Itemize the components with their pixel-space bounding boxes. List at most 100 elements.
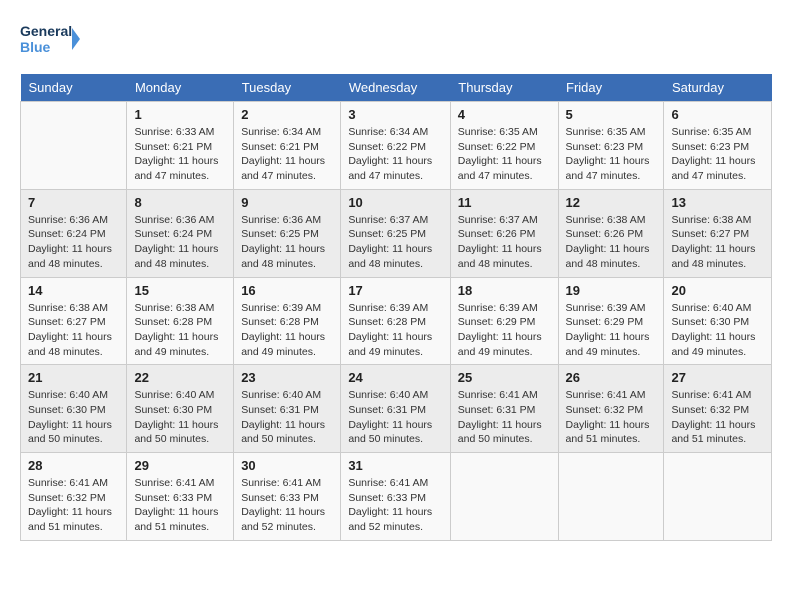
calendar-cell: [21, 102, 127, 190]
sunrise-text: Sunrise: 6:38 AM: [566, 214, 646, 226]
sunrise-text: Sunrise: 6:41 AM: [28, 477, 108, 489]
daylight-text: Daylight: 11 hours and 47 minutes.: [458, 155, 542, 182]
day-info: Sunrise: 6:41 AM Sunset: 6:33 PM Dayligh…: [134, 476, 226, 535]
day-number: 19: [566, 283, 657, 298]
sunrise-text: Sunrise: 6:35 AM: [671, 126, 751, 138]
sunrise-text: Sunrise: 6:35 AM: [458, 126, 538, 138]
sunrise-text: Sunrise: 6:39 AM: [241, 302, 321, 314]
calendar-week-1: 1 Sunrise: 6:33 AM Sunset: 6:21 PM Dayli…: [21, 102, 772, 190]
daylight-text: Daylight: 11 hours and 47 minutes.: [671, 155, 755, 182]
day-info: Sunrise: 6:34 AM Sunset: 6:22 PM Dayligh…: [348, 125, 442, 184]
daylight-text: Daylight: 11 hours and 48 minutes.: [28, 243, 112, 270]
sunset-text: Sunset: 6:31 PM: [458, 404, 536, 416]
weekday-header-saturday: Saturday: [664, 74, 772, 102]
daylight-text: Daylight: 11 hours and 48 minutes.: [134, 243, 218, 270]
calendar-cell: 3 Sunrise: 6:34 AM Sunset: 6:22 PM Dayli…: [341, 102, 450, 190]
day-number: 5: [566, 107, 657, 122]
day-number: 28: [28, 458, 119, 473]
day-number: 4: [458, 107, 551, 122]
daylight-text: Daylight: 11 hours and 51 minutes.: [134, 506, 218, 533]
daylight-text: Daylight: 11 hours and 48 minutes.: [348, 243, 432, 270]
day-number: 17: [348, 283, 442, 298]
calendar-cell: 2 Sunrise: 6:34 AM Sunset: 6:21 PM Dayli…: [234, 102, 341, 190]
sunrise-text: Sunrise: 6:33 AM: [134, 126, 214, 138]
daylight-text: Daylight: 11 hours and 50 minutes.: [134, 419, 218, 446]
calendar-week-5: 28 Sunrise: 6:41 AM Sunset: 6:32 PM Dayl…: [21, 453, 772, 541]
day-info: Sunrise: 6:41 AM Sunset: 6:32 PM Dayligh…: [28, 476, 119, 535]
calendar-cell: 7 Sunrise: 6:36 AM Sunset: 6:24 PM Dayli…: [21, 189, 127, 277]
calendar-week-3: 14 Sunrise: 6:38 AM Sunset: 6:27 PM Dayl…: [21, 277, 772, 365]
calendar-cell: 26 Sunrise: 6:41 AM Sunset: 6:32 PM Dayl…: [558, 365, 664, 453]
daylight-text: Daylight: 11 hours and 48 minutes.: [241, 243, 325, 270]
daylight-text: Daylight: 11 hours and 52 minutes.: [348, 506, 432, 533]
sunrise-text: Sunrise: 6:40 AM: [28, 389, 108, 401]
sunset-text: Sunset: 6:30 PM: [134, 404, 212, 416]
calendar-week-4: 21 Sunrise: 6:40 AM Sunset: 6:30 PM Dayl…: [21, 365, 772, 453]
calendar-cell: 16 Sunrise: 6:39 AM Sunset: 6:28 PM Dayl…: [234, 277, 341, 365]
daylight-text: Daylight: 11 hours and 48 minutes.: [566, 243, 650, 270]
day-number: 25: [458, 370, 551, 385]
day-info: Sunrise: 6:40 AM Sunset: 6:30 PM Dayligh…: [671, 301, 764, 360]
daylight-text: Daylight: 11 hours and 50 minutes.: [241, 419, 325, 446]
calendar-cell: 31 Sunrise: 6:41 AM Sunset: 6:33 PM Dayl…: [341, 453, 450, 541]
day-number: 6: [671, 107, 764, 122]
weekday-header-monday: Monday: [127, 74, 234, 102]
sunrise-text: Sunrise: 6:37 AM: [458, 214, 538, 226]
sunset-text: Sunset: 6:21 PM: [134, 141, 212, 153]
daylight-text: Daylight: 11 hours and 51 minutes.: [566, 419, 650, 446]
day-info: Sunrise: 6:35 AM Sunset: 6:22 PM Dayligh…: [458, 125, 551, 184]
weekday-header-tuesday: Tuesday: [234, 74, 341, 102]
calendar-cell: 18 Sunrise: 6:39 AM Sunset: 6:29 PM Dayl…: [450, 277, 558, 365]
calendar-cell: 1 Sunrise: 6:33 AM Sunset: 6:21 PM Dayli…: [127, 102, 234, 190]
daylight-text: Daylight: 11 hours and 47 minutes.: [566, 155, 650, 182]
day-number: 14: [28, 283, 119, 298]
day-info: Sunrise: 6:38 AM Sunset: 6:27 PM Dayligh…: [671, 213, 764, 272]
sunrise-text: Sunrise: 6:38 AM: [134, 302, 214, 314]
calendar-cell: 24 Sunrise: 6:40 AM Sunset: 6:31 PM Dayl…: [341, 365, 450, 453]
daylight-text: Daylight: 11 hours and 47 minutes.: [241, 155, 325, 182]
logo-svg: General Blue: [20, 20, 80, 58]
day-number: 24: [348, 370, 442, 385]
day-info: Sunrise: 6:37 AM Sunset: 6:25 PM Dayligh…: [348, 213, 442, 272]
sunset-text: Sunset: 6:32 PM: [566, 404, 644, 416]
sunset-text: Sunset: 6:24 PM: [28, 228, 106, 240]
day-number: 20: [671, 283, 764, 298]
sunrise-text: Sunrise: 6:37 AM: [348, 214, 428, 226]
calendar-cell: 25 Sunrise: 6:41 AM Sunset: 6:31 PM Dayl…: [450, 365, 558, 453]
daylight-text: Daylight: 11 hours and 47 minutes.: [348, 155, 432, 182]
sunrise-text: Sunrise: 6:41 AM: [566, 389, 646, 401]
sunset-text: Sunset: 6:26 PM: [566, 228, 644, 240]
calendar-cell: 28 Sunrise: 6:41 AM Sunset: 6:32 PM Dayl…: [21, 453, 127, 541]
day-number: 10: [348, 195, 442, 210]
sunset-text: Sunset: 6:32 PM: [671, 404, 749, 416]
sunrise-text: Sunrise: 6:41 AM: [348, 477, 428, 489]
sunset-text: Sunset: 6:27 PM: [671, 228, 749, 240]
sunset-text: Sunset: 6:27 PM: [28, 316, 106, 328]
sunrise-text: Sunrise: 6:41 AM: [671, 389, 751, 401]
daylight-text: Daylight: 11 hours and 49 minutes.: [348, 331, 432, 358]
sunset-text: Sunset: 6:31 PM: [348, 404, 426, 416]
daylight-text: Daylight: 11 hours and 49 minutes.: [566, 331, 650, 358]
day-number: 18: [458, 283, 551, 298]
daylight-text: Daylight: 11 hours and 50 minutes.: [348, 419, 432, 446]
calendar-cell: 30 Sunrise: 6:41 AM Sunset: 6:33 PM Dayl…: [234, 453, 341, 541]
sunset-text: Sunset: 6:31 PM: [241, 404, 319, 416]
daylight-text: Daylight: 11 hours and 48 minutes.: [28, 331, 112, 358]
sunrise-text: Sunrise: 6:34 AM: [348, 126, 428, 138]
calendar-cell: 10 Sunrise: 6:37 AM Sunset: 6:25 PM Dayl…: [341, 189, 450, 277]
day-info: Sunrise: 6:40 AM Sunset: 6:31 PM Dayligh…: [348, 388, 442, 447]
sunrise-text: Sunrise: 6:39 AM: [458, 302, 538, 314]
weekday-header-friday: Friday: [558, 74, 664, 102]
calendar-cell: [558, 453, 664, 541]
calendar-cell: [664, 453, 772, 541]
sunrise-text: Sunrise: 6:35 AM: [566, 126, 646, 138]
day-info: Sunrise: 6:39 AM Sunset: 6:29 PM Dayligh…: [458, 301, 551, 360]
calendar-cell: 6 Sunrise: 6:35 AM Sunset: 6:23 PM Dayli…: [664, 102, 772, 190]
weekday-header-row: SundayMondayTuesdayWednesdayThursdayFrid…: [21, 74, 772, 102]
day-number: 27: [671, 370, 764, 385]
sunset-text: Sunset: 6:33 PM: [134, 492, 212, 504]
calendar-cell: 21 Sunrise: 6:40 AM Sunset: 6:30 PM Dayl…: [21, 365, 127, 453]
daylight-text: Daylight: 11 hours and 49 minutes.: [241, 331, 325, 358]
page-header: General Blue: [20, 20, 772, 58]
sunrise-text: Sunrise: 6:40 AM: [348, 389, 428, 401]
